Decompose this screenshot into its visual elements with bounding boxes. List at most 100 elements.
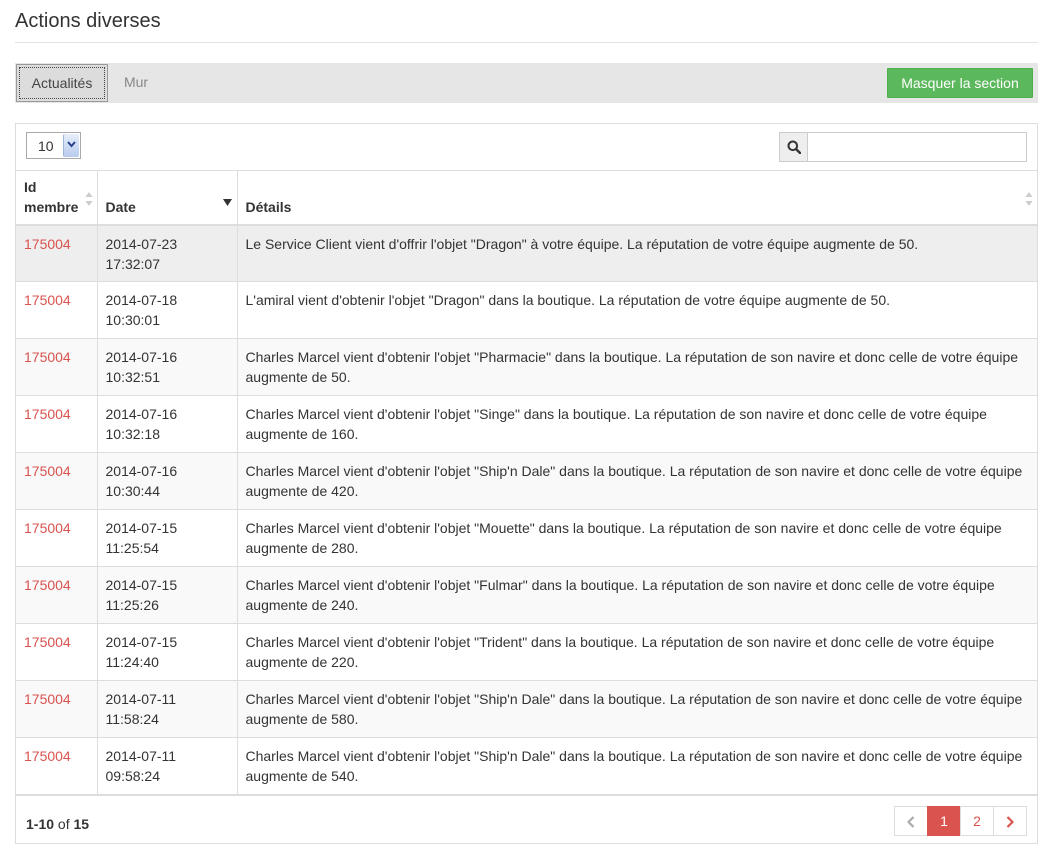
sort-icon — [1025, 192, 1033, 206]
date-text: 2014-07-15 — [105, 577, 178, 593]
details-cell: Charles Marcel vient d'obtenir l'objet "… — [237, 623, 1037, 681]
date-cell: 2014-07-11 09:58:24 — [97, 737, 238, 796]
member-id-cell: 175004 — [16, 395, 98, 453]
activity-table: Id membre Date Détails 175004 2014-07-23… — [16, 170, 1037, 796]
time-text: 17:32:07 — [105, 255, 161, 272]
member-id-link[interactable]: 175004 — [24, 577, 71, 593]
column-header-date[interactable]: Date — [97, 170, 238, 226]
date-text: 2014-07-15 — [105, 520, 178, 536]
table-footer: 1-10 of 15 1 2 — [16, 800, 1037, 844]
details-cell: Le Service Client vient d'offrir l'objet… — [237, 224, 1037, 282]
table-row: 175004 2014-07-15 11:25:54 Charles Marcel… — [16, 509, 1037, 567]
time-text: 11:25:54 — [105, 540, 159, 556]
date-cell: 2014-07-16 10:32:18 — [97, 395, 238, 453]
table-row: 175004 2014-07-16 10:30:44 Charles Marcel… — [16, 452, 1037, 510]
details-cell: Charles Marcel vient d'obtenir l'objet "… — [237, 737, 1037, 796]
member-id-link[interactable]: 175004 — [24, 463, 71, 479]
member-id-cell: 175004 — [16, 623, 98, 681]
column-header-details-label: Détails — [245, 198, 292, 215]
time-text: 10:30:44 — [105, 483, 161, 499]
pagination: 1 2 — [894, 806, 1027, 836]
table-row: 175004 2014-07-18 10:30:01 L'amiral vient… — [16, 281, 1037, 339]
column-header-date-label: Date — [105, 198, 136, 215]
date-cell: 2014-07-15 11:25:54 — [97, 509, 238, 567]
column-header-id[interactable]: Id membre — [16, 170, 98, 226]
tab-mur[interactable]: Mur — [115, 64, 157, 102]
time-text: 10:30:01 — [105, 312, 161, 328]
pagination-range: 1-10 — [26, 816, 55, 832]
table-toolbar: 10 — [16, 124, 1037, 170]
member-id-link[interactable]: 175004 — [24, 520, 71, 536]
table-row: 175004 2014-07-16 10:32:51 Charles Marcel… — [16, 338, 1037, 396]
pagination-info: 1-10 of 15 — [26, 816, 89, 832]
member-id-cell: 175004 — [16, 224, 98, 282]
date-cell: 2014-07-18 10:30:01 — [97, 281, 238, 339]
page-length-value: 10 — [38, 138, 54, 154]
sort-icon — [85, 192, 92, 206]
member-id-link[interactable]: 175004 — [24, 691, 71, 707]
next-page-button[interactable] — [993, 806, 1027, 836]
page-button-2[interactable]: 2 — [960, 806, 994, 836]
page: Actions diverses Actualités Mur Masquer … — [0, 0, 1053, 852]
table-row: 175004 2014-07-15 11:25:26 Charles Marcel… — [16, 566, 1037, 624]
member-id-link[interactable]: 175004 — [24, 292, 71, 308]
member-id-link[interactable]: 175004 — [24, 634, 71, 650]
date-text: 2014-07-11 — [105, 691, 177, 707]
details-cell: Charles Marcel vient d'obtenir l'objet "… — [237, 338, 1037, 396]
date-text: 2014-07-11 — [105, 748, 177, 764]
chevron-right-icon — [1006, 816, 1014, 828]
member-id-cell: 175004 — [16, 281, 98, 339]
pagination-total: 15 — [73, 816, 90, 832]
member-id-cell: 175004 — [16, 338, 98, 396]
date-cell: 2014-07-15 11:24:40 — [97, 623, 238, 681]
page-button-1[interactable]: 1 — [927, 806, 961, 836]
member-id-cell: 175004 — [16, 737, 98, 796]
details-cell: Charles Marcel vient d'obtenir l'objet "… — [237, 566, 1037, 624]
search-input[interactable] — [807, 132, 1027, 162]
activity-table-panel: 10 Id membre Date Détails 175004 2014-07… — [15, 123, 1038, 844]
member-id-link[interactable]: 175004 — [24, 406, 71, 422]
details-cell: Charles Marcel vient d'obtenir l'objet "… — [237, 509, 1037, 567]
date-cell: 2014-07-11 11:58:24 — [97, 680, 238, 738]
details-cell: Charles Marcel vient d'obtenir l'objet "… — [237, 395, 1037, 453]
table-row: 175004 2014-07-16 10:32:18 Charles Marcel… — [16, 395, 1037, 453]
search-icon — [779, 132, 808, 162]
member-id-link[interactable]: 175004 — [24, 349, 71, 365]
date-text: 2014-07-15 — [105, 634, 178, 650]
member-id-cell: 175004 — [16, 509, 98, 567]
table-row: 175004 2014-07-23 17:32:07 Le Service Cli… — [16, 224, 1037, 282]
hide-section-button[interactable]: Masquer la section — [887, 68, 1033, 98]
date-text: 2014-07-16 — [105, 406, 178, 422]
time-text: 11:24:40 — [105, 654, 159, 670]
previous-page-button[interactable] — [894, 806, 928, 836]
table-header-row: Id membre Date Détails — [16, 170, 1037, 226]
date-cell: 2014-07-16 10:30:44 — [97, 452, 238, 510]
date-text: 2014-07-23 — [105, 235, 178, 252]
details-cell: L'amiral vient d'obtenir l'objet "Dragon… — [237, 281, 1037, 339]
member-id-link[interactable]: 175004 — [24, 236, 71, 252]
date-cell: 2014-07-23 17:32:07 — [97, 224, 238, 282]
column-header-details[interactable]: Détails — [237, 170, 1037, 226]
chevron-left-icon — [907, 816, 915, 828]
member-id-cell: 175004 — [16, 566, 98, 624]
date-text: 2014-07-16 — [105, 349, 178, 365]
tab-bar: Actualités Mur Masquer la section — [15, 63, 1038, 103]
date-cell: 2014-07-16 10:32:51 — [97, 338, 238, 396]
chevron-down-icon — [63, 134, 79, 157]
sort-descending-icon — [222, 199, 232, 206]
page-title: Actions diverses — [15, 10, 161, 32]
time-text: 10:32:51 — [105, 369, 161, 385]
table-row: 175004 2014-07-11 11:58:24 Charles Marcel… — [16, 680, 1037, 738]
details-cell: Charles Marcel vient d'obtenir l'objet "… — [237, 680, 1037, 738]
member-id-cell: 175004 — [16, 452, 98, 510]
page-length-select[interactable]: 10 — [26, 132, 81, 159]
title-divider — [15, 42, 1038, 43]
tab-actualites[interactable]: Actualités — [16, 64, 108, 102]
time-text: 11:58:24 — [105, 711, 159, 727]
date-text: 2014-07-16 — [105, 463, 178, 479]
table-row: 175004 2014-07-11 09:58:24 Charles Marcel… — [16, 737, 1037, 796]
details-cell: Charles Marcel vient d'obtenir l'objet "… — [237, 452, 1037, 510]
time-text: 10:32:18 — [105, 426, 161, 442]
member-id-link[interactable]: 175004 — [24, 748, 71, 764]
time-text: 11:25:26 — [105, 597, 159, 613]
